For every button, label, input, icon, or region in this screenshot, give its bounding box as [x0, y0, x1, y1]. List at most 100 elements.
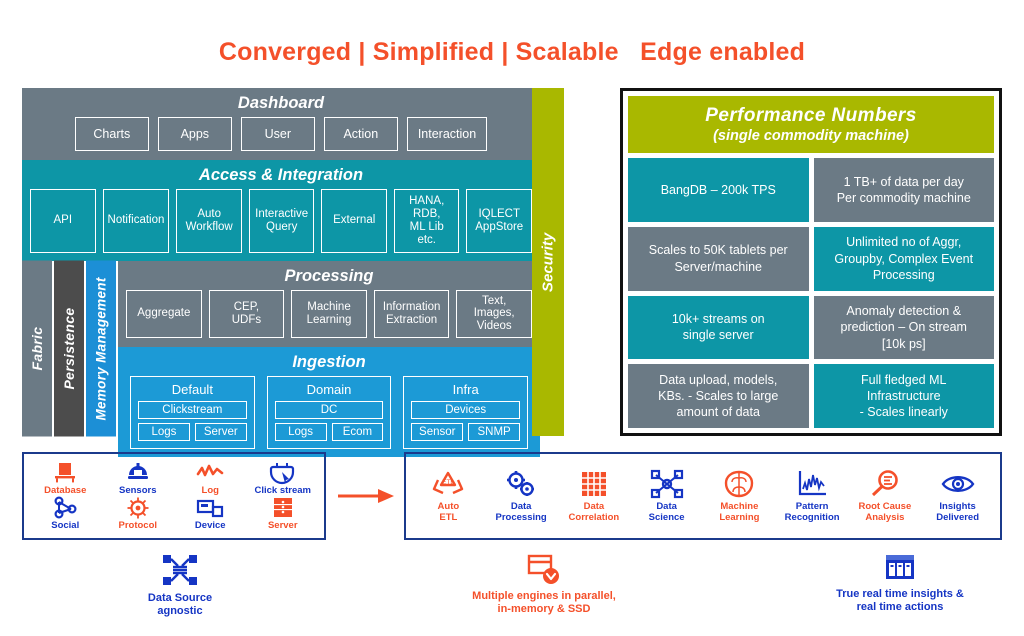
vbar-persistence: Persistence: [54, 260, 84, 436]
group-title-infra: Infra: [452, 381, 479, 397]
data-source-label: Device: [194, 520, 226, 531]
chip-interaction[interactable]: Interaction: [406, 117, 488, 151]
chip-apps[interactable]: Apps: [157, 117, 232, 151]
performance-row: BangDB – 200k TPS 1 TB+ of data per day …: [628, 158, 994, 222]
perf-cell-data-per-day: 1 TB+ of data per day Per commodity mach…: [813, 158, 994, 222]
data-source-protocol[interactable]: Protocol: [103, 496, 174, 531]
chip-user[interactable]: User: [240, 117, 315, 151]
engines-box: ETL Auto ETL Data Processing Data Correl…: [404, 452, 1002, 540]
chip-text-images-videos[interactable]: Text, Images, Videos: [456, 289, 532, 339]
processing-chips: Aggregate CEP, UDFs Machine Learning Inf…: [118, 289, 540, 347]
band-processing: Processing Aggregate CEP, UDFs Machine L…: [118, 260, 540, 347]
engine-root-cause-analysis[interactable]: Root Cause Analysis: [849, 469, 921, 523]
engine-pattern-recognition[interactable]: Pattern Recognition: [776, 469, 848, 523]
access-chips: API Notification Auto Workflow Interacti…: [22, 189, 540, 261]
band-dashboard-title: Dashboard: [237, 94, 325, 112]
group-title-default: Default: [171, 381, 213, 397]
perf-cell-ml-infrastructure: Full fledged ML Infrastructure - Scales …: [813, 364, 994, 428]
performance-numbers-panel: Performance Numbers (single commodity ma…: [620, 88, 1002, 436]
network-nodes-icon: [650, 469, 683, 498]
engine-data-processing[interactable]: Data Processing: [485, 469, 557, 523]
subchip-default-server[interactable]: Server: [194, 422, 247, 441]
engine-data-science[interactable]: Data Science: [631, 469, 703, 523]
subchip-domain-ecom[interactable]: Ecom: [331, 422, 384, 441]
chip-action[interactable]: Action: [323, 117, 398, 151]
svg-text:ETL: ETL: [442, 479, 454, 486]
chip-charts[interactable]: Charts: [74, 117, 149, 151]
subchip-sensor[interactable]: Sensor: [411, 422, 464, 441]
chip-aggregate[interactable]: Aggregate: [126, 289, 202, 339]
data-source-label: Database: [44, 485, 87, 497]
slide-root: Converged | Simplified | Scalable Edge e…: [0, 0, 1024, 636]
data-source-social[interactable]: Social: [30, 496, 101, 531]
band-ingestion-title: Ingestion: [292, 352, 366, 371]
chip-information-extraction[interactable]: Information Extraction: [373, 289, 450, 339]
chip-interactive-query[interactable]: Interactive Query: [248, 189, 315, 253]
data-sources-box: Database Sensors Log Click stream Social…: [22, 452, 326, 540]
data-source-label: Social: [51, 520, 80, 531]
ingestion-groups: Default Clickstream Logs Server Domain D…: [118, 375, 540, 457]
magnifier-icon: [871, 470, 898, 496]
vbar-fabric: Fabric: [22, 260, 52, 436]
performance-row: 10k+ streams on single server Anomaly de…: [628, 295, 994, 360]
engine-machine-learning[interactable]: Machine Learning: [703, 469, 775, 523]
data-source-sensors[interactable]: Sensors: [103, 461, 174, 496]
performance-title: Performance Numbers: [705, 105, 917, 126]
engine-label: Root Cause Analysis: [858, 500, 912, 523]
sensor-icon: [127, 463, 148, 480]
subchip-default-logs[interactable]: Logs: [138, 422, 190, 441]
engine-label: Insights Delivered: [936, 500, 980, 523]
band-access-integration: Access & Integration API Notification Au…: [22, 160, 540, 261]
subchip-dc[interactable]: DC: [274, 400, 384, 419]
data-source-server[interactable]: Server: [248, 496, 319, 531]
data-source-log[interactable]: Log: [175, 461, 246, 496]
band-dashboard: Dashboard Charts Apps User Action Intera…: [22, 88, 540, 160]
realtime-dashboard-icon: [886, 555, 914, 579]
chip-iqlect-appstore[interactable]: IQLECT AppStore: [466, 189, 532, 253]
data-source-database[interactable]: Database: [30, 461, 101, 496]
perf-cell-tablets: Scales to 50K tablets per Server/machine: [628, 226, 809, 291]
data-source-device[interactable]: Device: [175, 496, 246, 531]
domain-pair: Logs Ecom: [274, 422, 384, 441]
chip-auto-workflow[interactable]: Auto Workflow: [176, 189, 242, 253]
engine-auto-etl[interactable]: ETL Auto ETL: [412, 469, 484, 523]
data-source-label: Click stream: [254, 485, 311, 497]
clickstream-icon: [269, 463, 294, 485]
line-chart-icon: [799, 470, 827, 495]
engine-label: Data Correlation: [568, 500, 620, 523]
chip-hana-rdb[interactable]: HANA, RDB, ML Lib etc.: [393, 189, 460, 253]
subchip-domain-logs[interactable]: Logs: [274, 422, 327, 441]
band-ingestion: Ingestion Default Clickstream Logs Serve…: [118, 346, 540, 457]
social-share-icon: [54, 496, 77, 519]
page-title: Converged | Simplified | Scalable Edge e…: [218, 38, 806, 66]
chip-external[interactable]: External: [321, 189, 387, 253]
chip-api[interactable]: API: [30, 189, 96, 253]
caption-label: Multiple engines in parallel, in-memory …: [472, 590, 616, 616]
processing-ingestion-column: Processing Aggregate CEP, UDFs Machine L…: [118, 260, 540, 457]
parallel-engine-icon: [527, 554, 559, 584]
subchip-clickstream[interactable]: Clickstream: [138, 400, 247, 419]
chip-machine-learning[interactable]: Machine Learning: [291, 289, 367, 339]
performance-row: Data upload, models, KBs. - Scales to la…: [628, 364, 994, 428]
chip-cep-udfs[interactable]: CEP, UDFs: [208, 289, 285, 339]
chip-notification[interactable]: Notification: [102, 189, 170, 253]
data-source-label: Protocol: [118, 520, 158, 531]
ingestion-group-domain: Domain DC Logs Ecom: [266, 375, 392, 449]
engine-label: Pattern Recognition: [784, 500, 840, 523]
engine-insights-delivered[interactable]: Insights Delivered: [922, 469, 994, 523]
caption-data-source-agnostic: Data Source agnostic: [92, 552, 268, 618]
caption-label: True real time insights & real time acti…: [836, 588, 964, 614]
log-icon: [196, 464, 224, 477]
subchip-devices[interactable]: Devices: [411, 400, 521, 419]
subchip-snmp[interactable]: SNMP: [468, 422, 521, 441]
data-source-clickstream[interactable]: Click stream: [248, 461, 319, 496]
vbar-security: Security: [532, 88, 564, 436]
engine-label: Data Processing: [495, 500, 547, 523]
engine-data-correlation[interactable]: Data Correlation: [558, 469, 630, 523]
perf-cell-data-upload: Data upload, models, KBs. - Scales to la…: [628, 364, 809, 428]
engine-label: Auto ETL: [437, 500, 460, 523]
architecture-stack: Dashboard Charts Apps User Action Intera…: [22, 88, 540, 457]
database-icon: [55, 463, 76, 483]
group-title-domain: Domain: [306, 381, 352, 397]
caption-parallel-engines: Multiple engines in parallel, in-memory …: [432, 552, 656, 616]
